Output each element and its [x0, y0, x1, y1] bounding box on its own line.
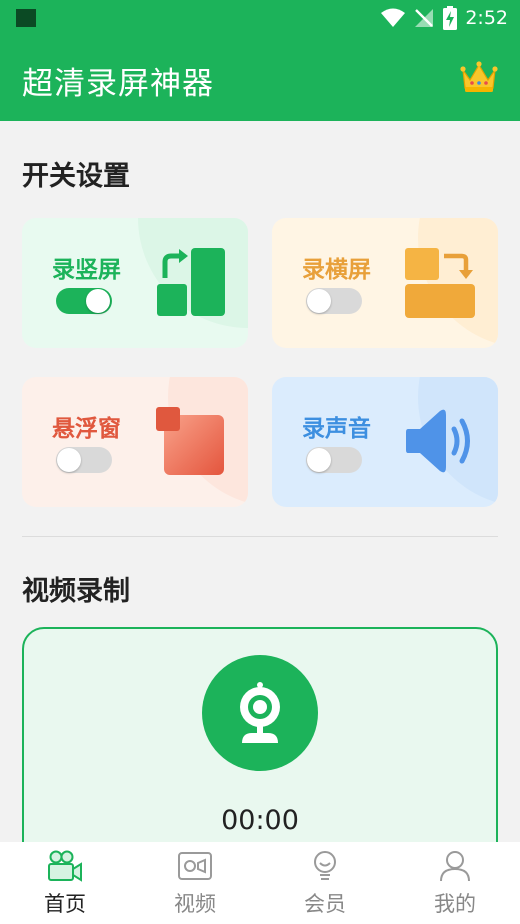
landscape-record-toggle[interactable]: [306, 288, 362, 314]
nav-label-mine: 我的: [434, 892, 476, 916]
speaker-icon: [406, 409, 470, 473]
portrait-record-toggle[interactable]: [56, 288, 112, 314]
nav-item-mine[interactable]: 我的: [390, 842, 520, 924]
nav-item-vip[interactable]: 会员: [260, 842, 390, 924]
nav-label-home: 首页: [44, 892, 86, 916]
toggle-knob: [57, 448, 81, 472]
portrait-record-label: 录竖屏: [52, 257, 121, 283]
wifi-icon: [381, 8, 406, 27]
video-camera-icon: [48, 850, 82, 882]
nav-label-vip: 会员: [304, 892, 346, 916]
status-time: 2:52: [465, 7, 508, 29]
portrait-record-card[interactable]: 录竖屏: [22, 218, 248, 348]
crown-icon[interactable]: [460, 60, 498, 94]
record-sound-toggle[interactable]: [306, 447, 362, 473]
lightbulb-icon: [314, 851, 336, 880]
switch-section-title: 开关设置: [22, 161, 130, 192]
nav-item-home[interactable]: 首页: [0, 842, 130, 924]
landscape-record-label: 录横屏: [302, 257, 371, 283]
floating-window-toggle[interactable]: [56, 447, 112, 473]
video-section-title: 视频录制: [22, 576, 130, 607]
floating-window-icon: [156, 407, 224, 475]
nav-item-videos[interactable]: 视频: [130, 842, 260, 924]
toggle-knob: [307, 448, 331, 472]
nav-label-videos: 视频: [174, 892, 216, 916]
record-sound-card[interactable]: 录声音: [272, 377, 498, 507]
webcam-icon: [240, 682, 280, 743]
app-title: 超清录屏神器: [22, 66, 214, 102]
portrait-rotate-icon: [157, 248, 225, 316]
record-sound-label: 录声音: [302, 416, 371, 442]
record-button[interactable]: [202, 655, 318, 771]
landscape-record-card[interactable]: 录横屏: [272, 218, 498, 348]
no-signal-icon: [415, 9, 434, 27]
notification-icon: [16, 9, 36, 27]
toggle-knob: [86, 289, 110, 313]
section-divider: [22, 536, 498, 537]
user-icon: [440, 851, 470, 882]
floating-window-card[interactable]: 悬浮窗: [22, 377, 248, 507]
battery-charging-icon: [443, 6, 458, 30]
floating-window-label: 悬浮窗: [52, 416, 121, 442]
toggle-knob: [307, 289, 331, 313]
bottom-nav: 首页 视频 会员 我的: [0, 842, 520, 924]
video-file-icon: [178, 852, 212, 880]
app-bar: 超清录屏神器: [0, 36, 520, 121]
status-bar: 2:52: [0, 0, 520, 36]
record-timer: 00:00: [221, 805, 299, 836]
landscape-rotate-icon: [405, 248, 475, 318]
